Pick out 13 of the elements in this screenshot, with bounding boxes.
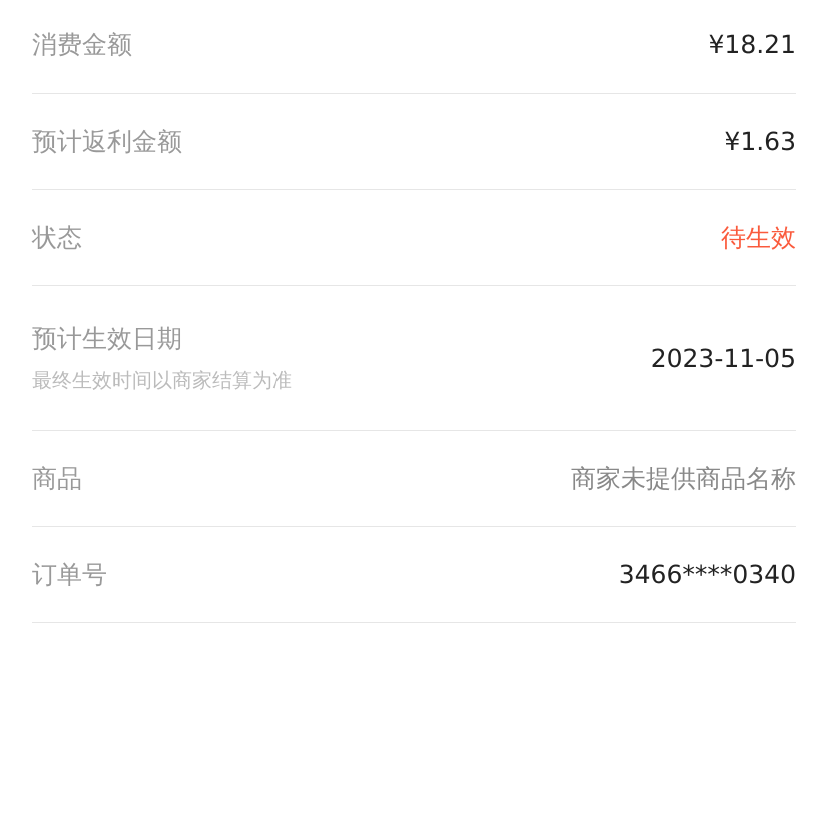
field-value: ¥18.21 — [708, 30, 796, 59]
field-value: 商家未提供商品名称 — [571, 463, 796, 495]
field-label: 订单号 — [32, 559, 107, 591]
field-value: 2023-11-05 — [650, 344, 796, 372]
field-note: 最终生效时间以商家结算为准 — [32, 367, 292, 394]
field-label: 消费金额 — [32, 29, 132, 61]
field-value: ¥1.63 — [724, 127, 796, 156]
field-label: 商品 — [32, 463, 82, 495]
field-value: 3466****0340 — [618, 560, 796, 589]
field-label: 状态 — [32, 222, 82, 254]
field-label: 预计生效日期 — [32, 323, 183, 355]
field-label: 预计返利金额 — [32, 126, 182, 158]
field-value: 待生效 — [721, 222, 796, 254]
